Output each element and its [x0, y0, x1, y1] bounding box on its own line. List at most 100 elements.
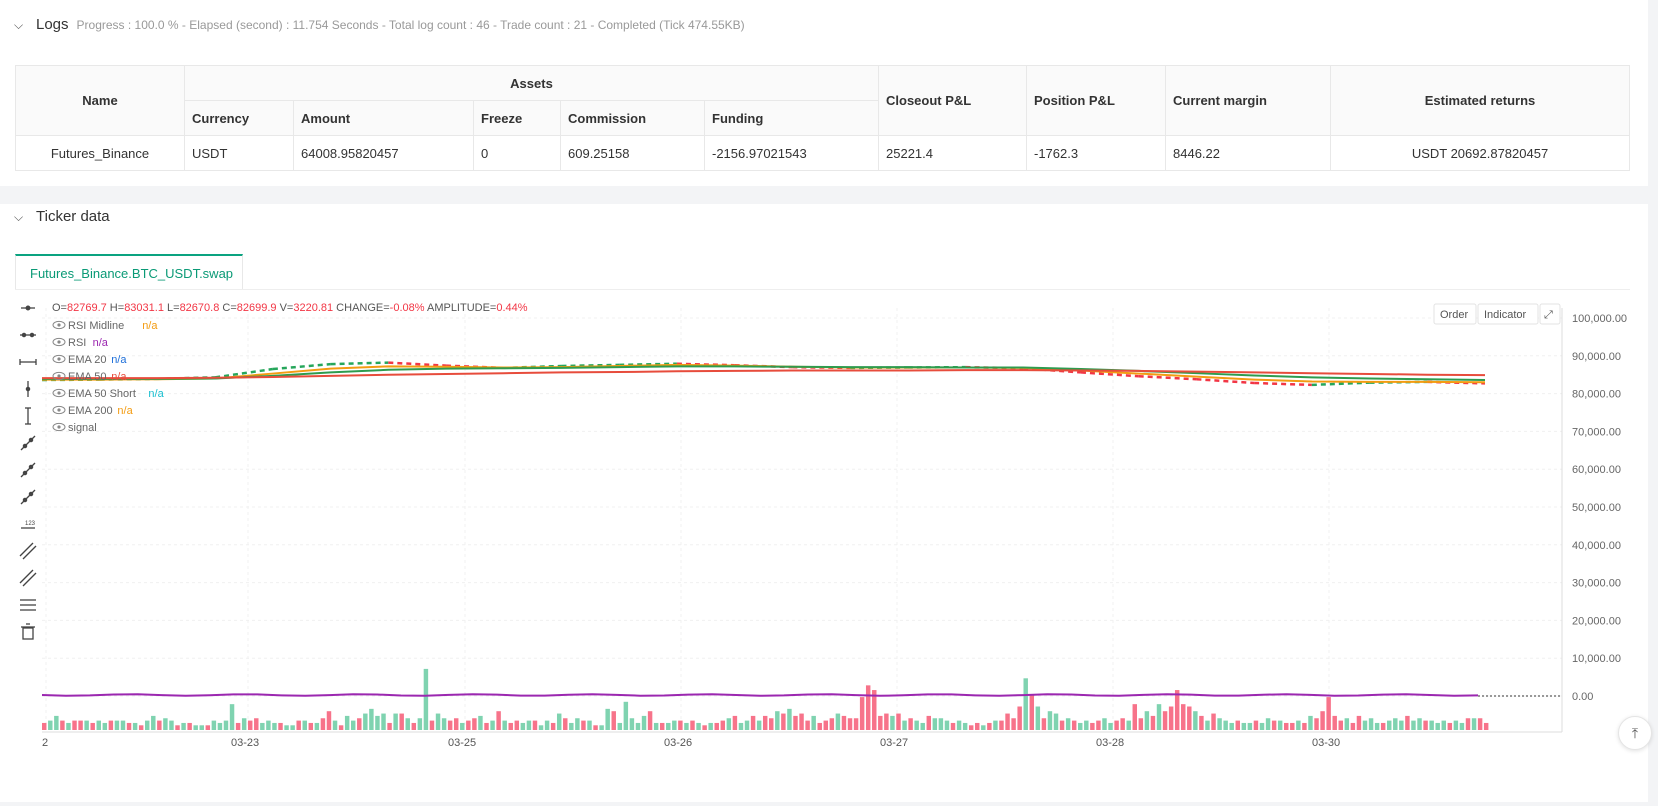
volume-bar [1387, 720, 1392, 730]
pitchfork-icon[interactable] [19, 569, 37, 587]
volume-bar [914, 720, 919, 730]
x-tick-label: 03-26 [664, 737, 692, 749]
volume-bar [550, 722, 556, 730]
y-tick-label: 60,000.00 [1572, 464, 1621, 476]
volume-bar [1071, 720, 1077, 730]
th-estimated-returns: Estimated returns [1330, 65, 1630, 136]
volume-bar [1441, 720, 1446, 730]
volume-bar [1380, 722, 1386, 730]
volume-bar [950, 722, 956, 730]
volume-bar [417, 718, 423, 730]
y-tick-label: 40,000.00 [1572, 540, 1621, 552]
volume-bar [1078, 722, 1083, 730]
volume-bar [1005, 713, 1010, 730]
volume-bar [896, 713, 901, 730]
volume-bar [423, 668, 429, 730]
volume-bar [357, 718, 362, 730]
volume-bar [672, 720, 677, 730]
y-tick-label: 20,000.00 [1572, 615, 1621, 627]
y-tick-label: 70,000.00 [1572, 426, 1621, 438]
y-tick-label: 30,000.00 [1572, 578, 1621, 590]
volume-bar [272, 722, 277, 730]
trash-icon[interactable] [21, 623, 35, 640]
volume-bar [829, 718, 835, 730]
volume-bar [460, 722, 465, 730]
volume-bar [1326, 697, 1331, 730]
horizontal-line-icon[interactable] [20, 332, 36, 338]
chevron-down-icon[interactable]: ⌵ [14, 210, 28, 225]
volume-bar [962, 722, 968, 730]
volume-bar [1393, 718, 1398, 730]
volume-bar [647, 711, 653, 730]
legend-label: EMA 50 [68, 371, 107, 383]
volume-bar [623, 701, 629, 730]
rsi-line [41, 693, 1479, 697]
horizontal-ray-icon[interactable] [21, 305, 35, 311]
volume-bar [1241, 722, 1247, 730]
price-chart[interactable]: 100,000.00 90,000.00 80,000.00 70,000.00 60,… [0, 300, 1648, 798]
volume-bar [290, 725, 295, 730]
volume-bar [526, 720, 532, 730]
volume-bar [1296, 720, 1301, 730]
volume-bar [175, 725, 180, 730]
trend-line-icon[interactable] [20, 435, 36, 451]
volume-bar [405, 718, 410, 730]
volume-bar [42, 722, 47, 730]
volume-bar [599, 725, 604, 730]
volume-bar [1350, 722, 1356, 730]
th-freeze: Freeze [473, 100, 561, 136]
volume-bar [241, 718, 247, 730]
volume-bar [1217, 718, 1222, 730]
volume-bar [666, 722, 671, 730]
volume-bar [1344, 718, 1350, 730]
fib-retracement-icon[interactable] [20, 599, 36, 611]
volume-bar [1017, 706, 1022, 730]
volume-bar [411, 722, 417, 730]
volume-bar [1429, 720, 1434, 730]
x-tick-label: 03-25 [448, 737, 476, 749]
volume-bar [617, 722, 623, 730]
volume-bar [363, 713, 368, 730]
volume-bar [581, 720, 586, 730]
ticker-header[interactable]: ⌵ Ticker data [14, 208, 110, 225]
ray-icon[interactable] [20, 462, 36, 478]
volume-bar [690, 720, 695, 730]
horizontal-segment-icon[interactable] [19, 359, 37, 365]
logs-header[interactable]: ⌵ Logs Progress : 100.0 % - Elapsed (sec… [14, 16, 745, 33]
table-row: Futures_Binance USDT 64008.95820457 0 60… [15, 135, 1630, 171]
volume-bar [1368, 718, 1374, 730]
volume-bar [520, 722, 526, 730]
volume-bar [314, 722, 320, 730]
volume-bar [163, 718, 168, 730]
th-closeout-pl: Closeout P&L [878, 65, 1027, 136]
signal-segment [388, 361, 447, 367]
volume-bar [611, 711, 616, 730]
volume-bar [944, 720, 950, 730]
volume-bar [1399, 720, 1404, 730]
volume-bar [1041, 718, 1047, 730]
volume-bar [720, 720, 726, 730]
volume-bar [284, 725, 289, 730]
volume-bar [732, 715, 738, 730]
scroll-top-button[interactable]: ⤒ [1618, 716, 1652, 750]
tab-btc-usdt-swap[interactable]: Futures_Binance.BTC_USDT.swap [15, 254, 243, 290]
volume-bar [811, 715, 816, 730]
vertical-line-icon[interactable] [25, 381, 31, 397]
y-tick-label: 0.00 [1572, 691, 1593, 703]
volume-bar [1102, 718, 1107, 730]
parallel-channel-icon[interactable] [19, 542, 37, 560]
th-assets: Assets [184, 65, 879, 101]
chevron-down-icon[interactable]: ⌵ [14, 18, 28, 33]
volume-bar [775, 711, 780, 730]
cell-name: Futures_Binance [15, 135, 185, 171]
volume-bar [1199, 715, 1204, 730]
volume-bar [211, 720, 217, 730]
cell-position-pl: -1762.3 [1026, 135, 1166, 171]
extended-line-icon[interactable] [20, 489, 36, 505]
volume-bar [1090, 722, 1095, 730]
price-label-icon[interactable]: 123 [21, 521, 36, 529]
volume-bar [66, 722, 71, 730]
volume-bar [84, 720, 89, 730]
vertical-segment-icon[interactable] [25, 407, 31, 425]
y-tick-label: 100,000.00 [1572, 313, 1627, 325]
